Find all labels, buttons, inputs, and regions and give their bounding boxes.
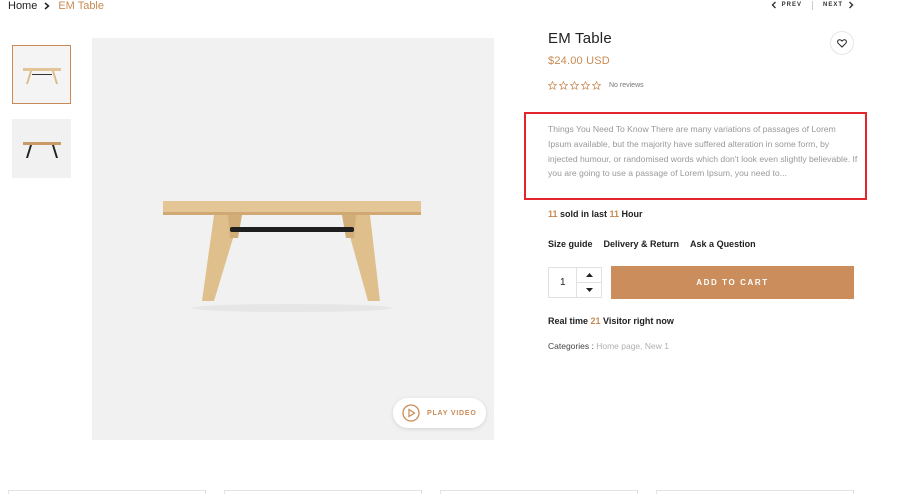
sold-suffix-text: Hour: [619, 209, 643, 219]
pager-divider: [811, 0, 813, 10]
quantity-stepper: 1: [548, 267, 602, 298]
star-empty-icon: [548, 81, 557, 90]
next-product-link[interactable]: NEXT: [823, 0, 854, 10]
thumbnail-table-dark[interactable]: [12, 119, 71, 178]
quantity-increase-button[interactable]: [577, 268, 601, 282]
categories-values[interactable]: Home page, New 1: [596, 341, 669, 351]
product-price: $24.00 USD: [548, 55, 610, 67]
chevron-right-icon: [44, 1, 52, 11]
realtime-count: 21: [590, 316, 601, 326]
categories-label: Categories :: [548, 341, 594, 351]
bottom-tab[interactable]: [8, 490, 206, 494]
size-guide-link[interactable]: Size guide: [548, 239, 593, 249]
add-to-cart-button[interactable]: ADD TO CART: [611, 266, 854, 299]
reviews-count[interactable]: No reviews: [609, 82, 644, 89]
categories: Categories : Home page, New 1: [548, 341, 669, 351]
quantity-decrease-button[interactable]: [577, 282, 601, 297]
main-product-image[interactable]: PLAY VIDEO: [92, 38, 494, 440]
caret-up-icon: [585, 273, 593, 277]
quantity-input[interactable]: 1: [549, 268, 576, 297]
table-thumbnail-image: [22, 67, 61, 84]
chevron-left-icon: [771, 1, 776, 9]
breadcrumb-current: EM Table: [58, 0, 104, 12]
sold-count: 11: [548, 209, 558, 219]
realtime-visitors: Real time 21 Visitor right now: [548, 316, 674, 326]
delivery-return-link[interactable]: Delivery & Return: [604, 239, 680, 249]
star-empty-icon: [592, 81, 601, 90]
prev-product-link[interactable]: PREV: [771, 0, 802, 10]
breadcrumb: Home EM Table: [8, 0, 104, 12]
realtime-prefix: Real time: [548, 316, 591, 326]
quantity-controls: [576, 268, 601, 297]
next-label: NEXT: [822, 2, 843, 8]
heart-icon: [837, 38, 847, 48]
sold-hours: 11: [609, 209, 620, 219]
play-video-label: PLAY VIDEO: [427, 409, 477, 417]
product-links: Size guide Delivery & Return Ask a Quest…: [548, 239, 756, 249]
bottom-tab[interactable]: [440, 490, 638, 494]
rating[interactable]: No reviews: [548, 81, 644, 90]
table-illustration: [163, 201, 421, 312]
bottom-tab[interactable]: [224, 490, 422, 494]
ask-question-link[interactable]: Ask a Question: [690, 239, 756, 249]
realtime-suffix: Visitor right now: [600, 316, 674, 326]
sold-counter: 11 sold in last 11 Hour: [548, 209, 643, 219]
prev-label: PREV: [781, 2, 802, 8]
product-title: EM Table: [548, 30, 612, 47]
chevron-right-icon: [849, 1, 854, 9]
play-video-button[interactable]: PLAY VIDEO: [393, 398, 486, 428]
star-empty-icon: [570, 81, 579, 90]
bottom-tab[interactable]: [656, 490, 854, 494]
breadcrumb-home-link[interactable]: Home: [8, 0, 37, 12]
product-description: Things You Need To Know There are many v…: [548, 124, 858, 179]
star-empty-icon: [559, 81, 568, 90]
sold-middle-text: sold in last: [557, 209, 610, 219]
product-pager: PREV NEXT: [771, 0, 854, 10]
play-icon: [402, 404, 420, 422]
caret-down-icon: [585, 288, 593, 292]
thumbnail-table-light[interactable]: [12, 45, 71, 104]
table-thumbnail-image: [22, 141, 61, 158]
star-empty-icon: [581, 81, 590, 90]
wishlist-button[interactable]: [830, 31, 854, 55]
